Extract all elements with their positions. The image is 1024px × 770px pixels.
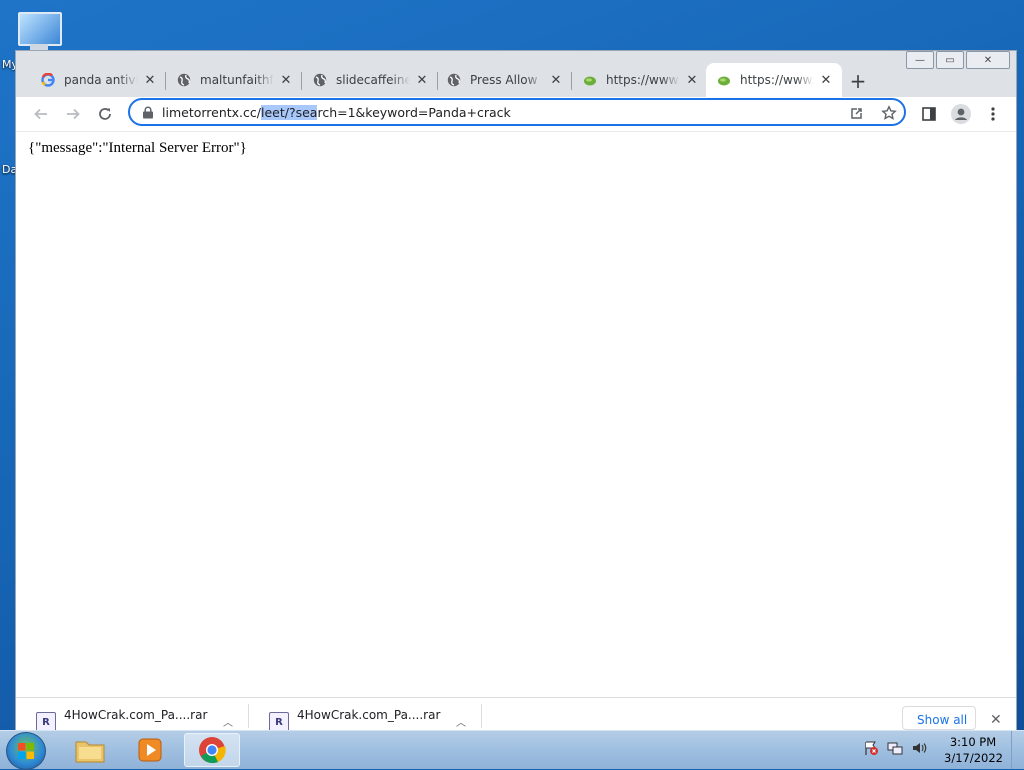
start-button[interactable] bbox=[6, 732, 46, 770]
volume-icon[interactable] bbox=[910, 739, 928, 757]
globe-icon bbox=[176, 72, 192, 88]
google-icon bbox=[40, 72, 56, 88]
close-icon[interactable]: ✕ bbox=[278, 72, 294, 88]
tab-maltunfaithful[interactable]: maltunfaithful ✕ bbox=[166, 63, 302, 97]
winrar-icon: R bbox=[269, 712, 289, 732]
page-content: {"message":"Internal Server Error"} bbox=[16, 131, 1016, 698]
arrow-right-icon bbox=[67, 108, 80, 120]
lock-icon[interactable] bbox=[142, 106, 154, 119]
browser-toolbar: limetorrentx.cc/leet/?search=1&keyword=P… bbox=[16, 97, 1016, 131]
close-icon[interactable]: ✕ bbox=[684, 72, 700, 88]
show-desktop-button[interactable] bbox=[1011, 731, 1024, 769]
browser-window: — ▭ ✕ panda antivirus ✕ maltunfaithful ✕… bbox=[15, 50, 1017, 732]
profile-button[interactable] bbox=[949, 102, 973, 126]
tab-title: panda antivirus bbox=[64, 73, 138, 87]
close-icon[interactable]: ✕ bbox=[142, 72, 158, 88]
globe-icon bbox=[446, 72, 462, 88]
winrar-icon: R bbox=[36, 712, 56, 732]
taskbar-chrome[interactable] bbox=[184, 733, 240, 767]
lime-icon bbox=[582, 72, 598, 88]
tab-press-allow[interactable]: Press Allow ✕ bbox=[436, 63, 572, 97]
download-filename: 4HowCrak.com_Pa....rar bbox=[297, 708, 441, 722]
tab-title: slidecaffeine bbox=[336, 73, 410, 87]
tab-slidecaffeine[interactable]: slidecaffeine ✕ bbox=[302, 63, 438, 97]
clock-date: 3/17/2022 bbox=[944, 751, 1003, 765]
media-player-icon bbox=[138, 738, 162, 762]
tab-title: https://www.lime bbox=[740, 73, 814, 87]
windows-logo-icon bbox=[18, 743, 34, 759]
tab-limetorrents-active[interactable]: https://www.lime ✕ bbox=[706, 63, 842, 97]
url-selection: leet/?sea bbox=[261, 105, 318, 120]
folder-icon bbox=[75, 741, 105, 763]
close-shelf-button[interactable]: ✕ bbox=[990, 712, 1002, 728]
download-item[interactable]: R 4HowCrak.com_Pa....rar ︿ bbox=[249, 698, 482, 732]
download-shelf: R 4HowCrak.com_Pa....rar ︿ R 4HowCrak.co… bbox=[16, 697, 1016, 732]
show-all-button[interactable]: Show all bbox=[902, 706, 976, 730]
system-clock[interactable]: 3:10 PM 3/17/2022 bbox=[944, 734, 1003, 766]
globe-icon bbox=[312, 72, 328, 88]
reload-button[interactable] bbox=[93, 102, 117, 126]
tab-title: https://www.lime bbox=[606, 73, 680, 87]
back-button[interactable] bbox=[29, 102, 53, 126]
action-center-flag-icon[interactable] bbox=[862, 739, 880, 757]
download-item[interactable]: R 4HowCrak.com_Pa....rar ︿ bbox=[16, 698, 249, 732]
tab-strip: panda antivirus ✕ maltunfaithful ✕ slide… bbox=[16, 63, 1016, 97]
arrow-left-icon bbox=[34, 108, 47, 120]
taskbar: 3:10 PM 3/17/2022 bbox=[0, 730, 1024, 770]
forward-button[interactable] bbox=[61, 102, 85, 126]
clock-time: 3:10 PM bbox=[949, 735, 997, 749]
menu-button[interactable] bbox=[981, 102, 1005, 126]
taskbar-file-explorer[interactable] bbox=[62, 733, 118, 767]
tab-title: Press Allow bbox=[470, 73, 538, 87]
chevron-up-icon[interactable]: ︿ bbox=[223, 714, 233, 729]
close-icon[interactable]: ✕ bbox=[414, 72, 430, 88]
lime-icon bbox=[716, 72, 732, 88]
share-icon[interactable] bbox=[848, 104, 866, 122]
system-tray bbox=[862, 739, 928, 757]
reload-icon bbox=[99, 108, 111, 120]
computer-desktop-icon[interactable] bbox=[16, 10, 62, 54]
download-filename: 4HowCrak.com_Pa....rar bbox=[64, 708, 208, 722]
taskbar-media-player[interactable] bbox=[122, 733, 178, 767]
close-icon[interactable]: ✕ bbox=[818, 72, 834, 88]
chevron-up-icon[interactable]: ︿ bbox=[456, 714, 466, 729]
chrome-icon bbox=[199, 737, 226, 764]
side-panel-button[interactable] bbox=[917, 102, 941, 126]
new-tab-button[interactable]: + bbox=[846, 69, 870, 93]
tab-panda-antivirus[interactable]: panda antivirus ✕ bbox=[30, 63, 166, 97]
url-text[interactable]: limetorrentx.cc/leet/?search=1&keyword=P… bbox=[162, 105, 511, 120]
kebab-menu-icon bbox=[991, 107, 995, 121]
network-icon[interactable] bbox=[886, 739, 904, 757]
tab-title: maltunfaithful bbox=[200, 73, 274, 87]
bookmark-star-icon[interactable] bbox=[880, 104, 898, 122]
tab-limetorrents-1[interactable]: https://www.lime ✕ bbox=[572, 63, 708, 97]
close-icon[interactable]: ✕ bbox=[548, 72, 564, 88]
avatar-icon bbox=[951, 104, 971, 124]
side-panel-icon bbox=[922, 107, 936, 121]
error-message: {"message":"Internal Server Error"} bbox=[28, 140, 247, 156]
address-bar[interactable]: limetorrentx.cc/leet/?search=1&keyword=P… bbox=[128, 98, 906, 126]
